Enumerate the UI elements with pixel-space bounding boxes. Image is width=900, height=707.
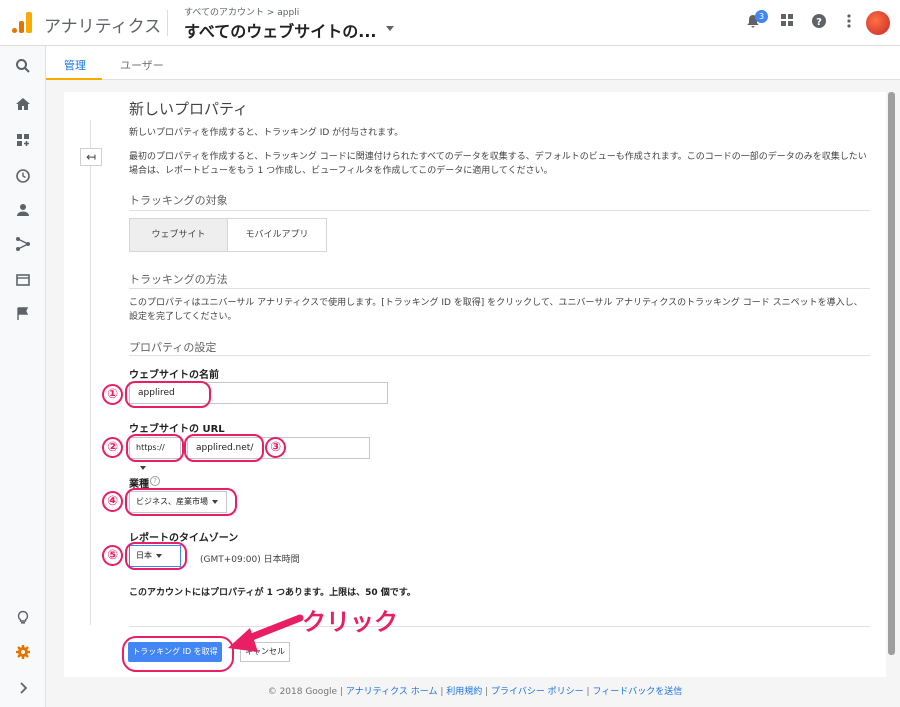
gear-icon[interactable]	[13, 644, 33, 664]
segment-website[interactable]: ウェブサイト	[129, 218, 228, 252]
more-vert-icon[interactable]	[840, 13, 858, 31]
panel-timeline-line	[90, 120, 91, 625]
property-count-note: このアカウントにはプロパティが 1 つあります。上限は、50 個です。	[129, 588, 416, 598]
help-icon[interactable]: ?	[810, 13, 828, 31]
annotation-ring	[125, 488, 237, 516]
svg-text:?: ?	[816, 17, 822, 28]
help-icon[interactable]: ?	[150, 476, 160, 486]
sidebar	[0, 46, 46, 707]
chevron-down-icon	[140, 465, 146, 470]
intro-text-2: 最初のプロパティを作成すると、トラッキング コードに関連付けられたすべてのデータ…	[129, 152, 867, 176]
clock-icon[interactable]	[13, 168, 33, 188]
page-title: 新しいプロパティ	[129, 100, 249, 118]
chevron-right-icon[interactable]	[13, 680, 33, 700]
notification-badge: 3	[755, 10, 768, 23]
avatar[interactable]	[866, 11, 890, 35]
timezone-offset: (GMT+09:00) 日本時間	[200, 555, 300, 565]
site-url-label: ウェブサイトの URL	[129, 424, 225, 435]
person-icon[interactable]	[13, 202, 33, 222]
breadcrumb[interactable]: すべてのアカウント > appli	[184, 5, 299, 18]
header-divider	[167, 10, 168, 36]
tab-user[interactable]: ユーザー	[120, 57, 164, 73]
footer-link-terms[interactable]: 利用規約	[446, 687, 482, 697]
scrollbar[interactable]	[888, 92, 895, 655]
property-settings-heading: プロパティの設定	[129, 341, 217, 354]
annotation-ring	[125, 542, 187, 570]
annotation-ring	[126, 434, 184, 462]
section-divider	[129, 355, 870, 356]
intro-text: 新しいプロパティを作成すると、トラッキング ID が付与されます。	[129, 128, 404, 138]
copyright: © 2018 Google	[267, 687, 338, 697]
behavior-icon[interactable]	[13, 272, 33, 292]
annotation-number: ①	[102, 384, 123, 405]
back-arrow-button[interactable]: ↤	[80, 148, 102, 166]
annotation-number: ⑤	[102, 545, 123, 566]
site-name-label: ウェブサイトの名前	[129, 370, 219, 381]
section-divider	[129, 210, 870, 211]
tracking-target-heading: トラッキングの対象	[129, 194, 228, 207]
admin-tabs: 管理 ユーザー	[46, 46, 900, 80]
click-annotation-label: クリック	[302, 608, 398, 636]
customization-icon[interactable]	[13, 132, 33, 152]
tracking-method-text: このプロパティはユニバーサル アナリティクスで使用します。[トラッキング ID …	[129, 298, 863, 322]
annotation-number: ②	[102, 437, 123, 458]
footer: © 2018 Google | アナリティクス ホーム | 利用規約 | プライ…	[267, 687, 683, 697]
section-divider	[129, 288, 870, 289]
analytics-logo-icon[interactable]	[12, 11, 34, 33]
annotation-number: ③	[265, 437, 286, 458]
footer-link-home[interactable]: アナリティクス ホーム	[346, 687, 438, 697]
annotation-ring	[125, 381, 211, 408]
top-bar: アナリティクス すべてのアカウント > appli すべてのウェブサイトの...…	[0, 0, 900, 46]
chevron-down-icon[interactable]	[386, 26, 394, 31]
annotation-arrow-icon	[228, 614, 304, 652]
apps-grid-icon[interactable]	[778, 13, 796, 31]
flag-icon[interactable]	[13, 306, 33, 326]
tracking-method-heading: トラッキングの方法	[129, 273, 228, 286]
annotation-ring	[184, 434, 264, 462]
home-icon[interactable]	[13, 96, 33, 116]
app-title: アナリティクス	[44, 17, 162, 37]
lightbulb-icon[interactable]	[13, 610, 33, 630]
search-icon[interactable]	[13, 58, 33, 78]
annotation-number: ④	[102, 491, 123, 512]
segment-mobile-app[interactable]: モバイルアプリ	[227, 218, 327, 252]
annotation-ring	[122, 636, 234, 672]
footer-link-privacy[interactable]: プライバシー ポリシー	[491, 687, 584, 697]
view-selector[interactable]: すべてのウェブサイトの...	[184, 18, 376, 42]
footer-link-feedback[interactable]: フィードバックを送信	[592, 687, 682, 697]
acquisition-icon[interactable]	[13, 236, 33, 256]
tab-admin[interactable]: 管理	[64, 57, 86, 73]
